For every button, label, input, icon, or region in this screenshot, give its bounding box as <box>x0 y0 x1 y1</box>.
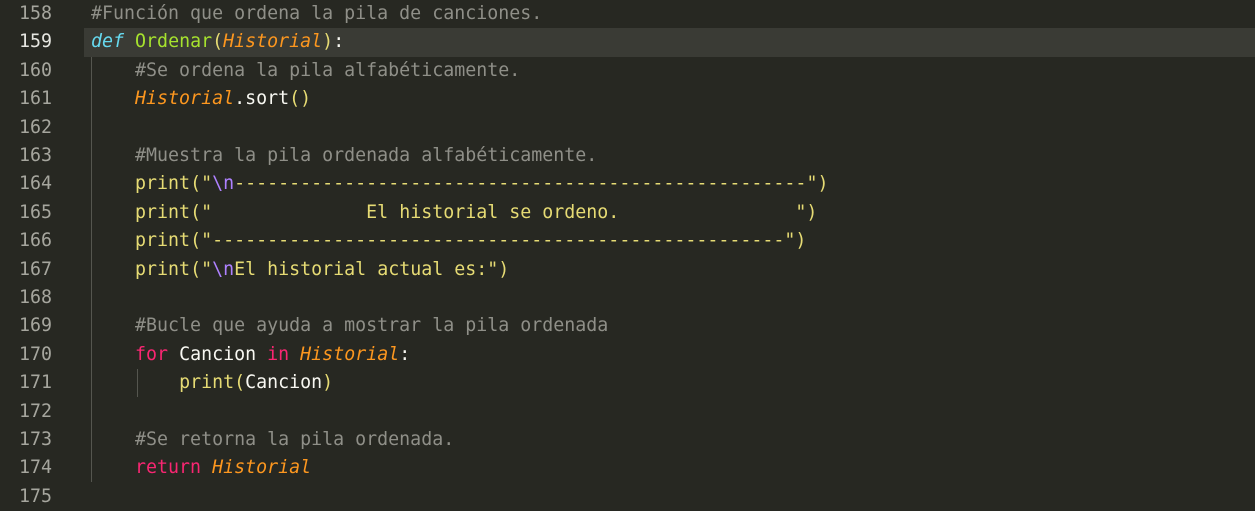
keyword-for: for <box>135 343 169 365</box>
code-line-158[interactable]: #Función que ordena la pila de canciones… <box>91 0 1255 28</box>
paren-close: ) <box>806 201 818 223</box>
code-line-166[interactable]: print("---------------------------------… <box>91 227 1255 255</box>
string-quote: " <box>201 258 213 280</box>
code-line-163[interactable]: #Muestra la pila ordenada alfabéticament… <box>91 142 1255 170</box>
string-quote: " <box>487 258 499 280</box>
comment: #Función que ordena la pila de canciones… <box>91 3 543 24</box>
function-name: Ordenar <box>135 31 213 53</box>
keyword-in: in <box>267 343 290 365</box>
paren-close: ) <box>322 31 334 53</box>
string-quote: " <box>806 173 818 195</box>
line-number: 170 <box>18 343 52 365</box>
colon: : <box>399 343 411 365</box>
dot: . <box>234 88 246 110</box>
string-quote: " <box>201 173 213 195</box>
line-number: 172 <box>18 400 52 422</box>
line-number: 175 <box>18 485 52 507</box>
escape-sequence: \n <box>212 173 235 195</box>
parens: () <box>289 88 312 110</box>
line-number: 173 <box>18 429 52 450</box>
code-line-172[interactable] <box>91 398 1255 426</box>
string-literal: ----------------------------------------… <box>234 173 807 195</box>
variable-historial: Historial <box>135 88 235 110</box>
paren-open: ( <box>212 31 224 53</box>
code-editor[interactable]: 158 159 160 161 162 163 164 165 166 167 … <box>0 0 1255 511</box>
escape-sequence: \n <box>212 258 235 280</box>
code-line-169[interactable]: #Bucle que ayuda a mostrar la pila orden… <box>91 312 1255 340</box>
paren-open: ( <box>190 258 202 280</box>
code-line-160[interactable]: #Se ordena la pila alfabéticamente. <box>91 57 1255 85</box>
code-line-174[interactable]: return Historial <box>91 454 1255 482</box>
code-line-164[interactable]: print("\n-------------------------------… <box>91 170 1255 198</box>
line-number: 165 <box>18 201 52 223</box>
code-line-168[interactable] <box>91 284 1255 312</box>
comment: #Se ordena la pila alfabéticamente. <box>135 59 521 81</box>
line-number: 171 <box>18 372 52 394</box>
line-number: 162 <box>18 116 52 138</box>
keyword-def: def <box>91 31 125 53</box>
code-line-173[interactable]: #Se retorna la pila ordenada. <box>91 426 1255 454</box>
paren-close: ) <box>817 173 829 195</box>
code-line-165[interactable]: print(" El historial se ordeno. ") <box>91 199 1255 227</box>
paren-open: ( <box>190 173 202 195</box>
line-number-gutter: 158 159 160 161 162 163 164 165 166 167 … <box>0 0 72 511</box>
method-sort: sort <box>245 88 290 110</box>
code-line-162[interactable] <box>91 114 1255 142</box>
paren-close: ) <box>322 372 334 394</box>
colon: : <box>333 31 345 53</box>
code-line-170[interactable]: for Cancion in Historial: <box>91 341 1255 369</box>
keyword-return: return <box>135 457 202 479</box>
builtin-print: print <box>135 258 191 280</box>
iterable: Historial <box>300 343 400 365</box>
comment: #Se retorna la pila ordenada. <box>135 429 455 450</box>
line-number: 158 <box>18 3 52 24</box>
paren-close: ) <box>498 258 510 280</box>
line-number: 166 <box>18 230 52 252</box>
line-number: 168 <box>18 287 52 308</box>
comment: #Muestra la pila ordenada alfabéticament… <box>135 145 598 166</box>
code-line-171[interactable]: print(Cancion) <box>91 369 1255 397</box>
parameter: Historial <box>223 31 323 53</box>
paren-open: ( <box>190 201 202 223</box>
builtin-print: print <box>179 372 235 394</box>
builtin-print: print <box>135 230 191 252</box>
string-literal: El historial actual es: <box>234 258 488 280</box>
code-line-161[interactable]: Historial.sort() <box>91 85 1255 113</box>
line-number: 164 <box>18 173 52 195</box>
code-line-159[interactable]: def Ordenar(Historial): <box>84 28 1255 57</box>
string-literal: "---------------------------------------… <box>201 230 796 252</box>
line-number-active: 159 <box>18 31 52 53</box>
builtin-print: print <box>135 201 191 223</box>
return-value: Historial <box>212 457 312 479</box>
paren-open: ( <box>190 230 202 252</box>
line-number: 163 <box>18 145 52 166</box>
loop-variable: Cancion <box>179 343 257 365</box>
paren-open: ( <box>234 372 246 394</box>
line-number: 160 <box>18 59 52 81</box>
code-line-175[interactable] <box>91 483 1255 511</box>
argument: Cancion <box>245 372 323 394</box>
line-number: 174 <box>18 457 52 479</box>
string-literal: " El historial se ordeno. " <box>201 201 807 223</box>
line-number: 167 <box>18 258 52 280</box>
builtin-print: print <box>135 173 191 195</box>
comment: #Bucle que ayuda a mostrar la pila orden… <box>135 315 609 337</box>
code-line-167[interactable]: print("\nEl historial actual es:") <box>91 256 1255 284</box>
line-number: 169 <box>18 315 52 337</box>
line-number: 161 <box>18 88 52 110</box>
paren-close: ) <box>795 230 807 252</box>
